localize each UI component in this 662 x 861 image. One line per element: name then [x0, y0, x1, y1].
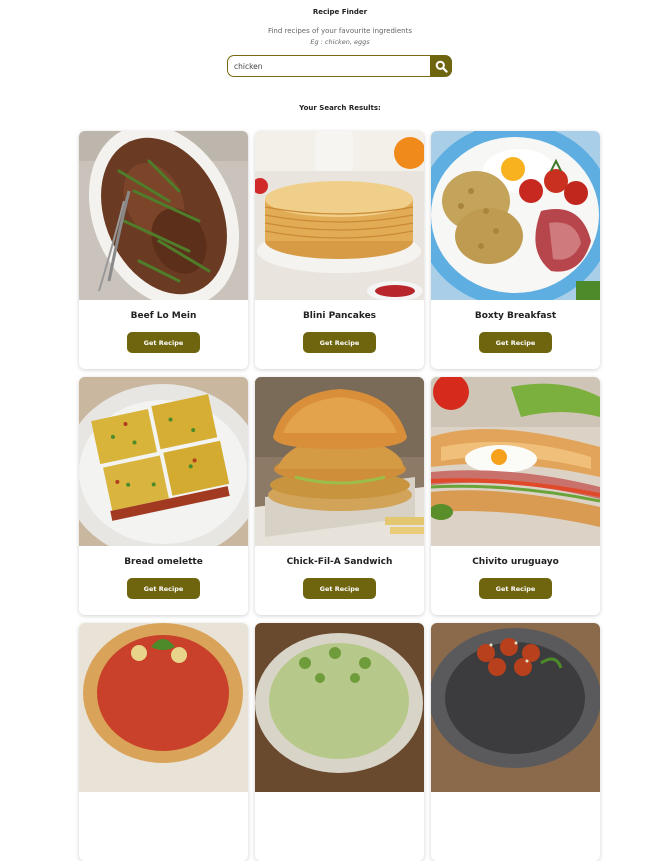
recipe-image-boxty-breakfast: [431, 131, 600, 300]
recipe-image-salad: [255, 623, 424, 792]
recipe-name: Bread omelette: [124, 557, 203, 567]
page-subtitle: Find recipes of your favourite ingredien…: [267, 27, 413, 35]
recipe-image-bread-omelette: [79, 377, 248, 546]
recipe-image-glazed-chicken: [431, 623, 600, 792]
search-bar: [227, 55, 452, 77]
get-recipe-button[interactable]: Get Recipe: [479, 332, 552, 353]
recipe-name: Boxty Breakfast: [474, 311, 557, 321]
search-input[interactable]: [227, 55, 430, 77]
recipe-image-blini-pancakes: [255, 131, 424, 300]
recipe-name: Chick-Fil-A Sandwich: [286, 557, 393, 567]
search-example-hint: Eg : chicken, eggs: [310, 38, 370, 46]
recipe-image-chivito-uruguayo: [431, 377, 600, 546]
recipe-card: Blini Pancakes Get Recipe: [255, 131, 424, 369]
recipe-name: Blini Pancakes: [302, 311, 377, 321]
recipe-card: [255, 623, 424, 861]
get-recipe-button[interactable]: Get Recipe: [303, 578, 376, 599]
recipe-card: [431, 623, 600, 861]
recipe-name: Chivito uruguayo: [472, 557, 559, 567]
search-icon: [435, 60, 448, 73]
recipe-name: Beef Lo Mein: [130, 311, 197, 321]
recipe-card: Chick-Fil-A Sandwich Get Recipe: [255, 377, 424, 615]
get-recipe-button[interactable]: Get Recipe: [127, 332, 200, 353]
page-title: Recipe Finder: [312, 8, 368, 16]
recipe-image-chick-fil-a-sandwich: [255, 377, 424, 546]
recipe-card: [79, 623, 248, 861]
recipe-image-pizza: [79, 623, 248, 792]
recipe-card: Bread omelette Get Recipe: [79, 377, 248, 615]
get-recipe-button[interactable]: Get Recipe: [479, 578, 552, 599]
get-recipe-button[interactable]: Get Recipe: [127, 578, 200, 599]
recipe-image-beef-lo-mein: [79, 131, 248, 300]
recipe-card: Boxty Breakfast Get Recipe: [431, 131, 600, 369]
search-button[interactable]: [430, 55, 452, 77]
recipe-card: Chivito uruguayo Get Recipe: [431, 377, 600, 615]
results-heading: Your Search Results:: [299, 104, 381, 112]
recipe-card: Beef Lo Mein Get Recipe: [79, 131, 248, 369]
get-recipe-button[interactable]: Get Recipe: [303, 332, 376, 353]
